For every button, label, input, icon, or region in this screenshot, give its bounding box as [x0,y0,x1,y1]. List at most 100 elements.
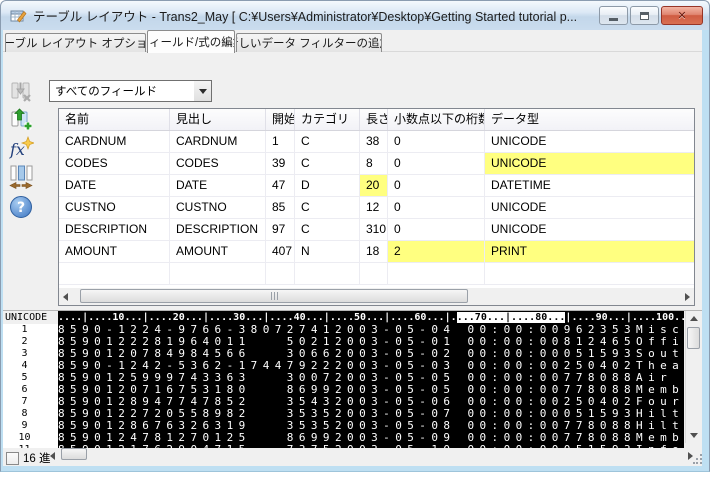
field-row-amount[interactable]: AMOUNTAMOUNT407N182PRINT [59,241,694,263]
field-table-hscroll-track[interactable] [72,288,681,305]
cell-heading[interactable]: CODES [170,153,266,174]
cell-name[interactable]: CODES [59,153,170,174]
cell-decimals[interactable]: 2 [388,241,485,262]
field-row-cardnum[interactable]: CARDNUMCARDNUM1C380UNICODE [59,131,694,153]
col-header-type[interactable]: データ型 [485,109,694,130]
cell-type[interactable]: DATETIME [485,175,694,196]
data-preview-vscrollbar[interactable] [685,311,701,443]
cell-category[interactable]: C [295,219,360,240]
cell-category[interactable]: N [295,241,360,262]
cell-type[interactable]: UNICODE [485,131,694,152]
cell-heading[interactable]: AMOUNT [170,241,266,262]
tab-edit-fields-expressions[interactable]: フィールド/式の編集 [147,30,235,53]
data-preview-hscroll-thumb[interactable] [61,448,87,460]
scroll-up-icon[interactable] [690,316,698,321]
scroll-left-icon[interactable] [63,293,68,301]
record-bytes: 8590122281964011 50212003-05-01 00:00:00… [58,336,684,348]
titlebar[interactable]: テーブル レイアウト - Trans2_May [ C:¥Users¥Admin… [0,0,710,30]
add-field-button[interactable] [7,106,35,132]
data-preview-hscrollbar[interactable] [46,449,697,463]
field-table-header: 名前 見出し 開始 カテゴリ 長さ 小数点以下の桁数 データ型 [59,109,694,131]
col-header-length[interactable]: 長さ [360,109,388,130]
field-table-hscroll-thumb[interactable] [80,289,468,303]
cell-heading[interactable]: DATE [170,175,266,196]
record-bytes: 8590125999743363 30072003-05-05 00:00:00… [58,372,684,384]
record-number: 5 [3,372,58,384]
cell-category[interactable]: C [295,153,360,174]
field-row-date[interactable]: DATEDATE47D200DATETIME [59,175,694,197]
cell-start[interactable]: 407 [266,241,295,262]
maximize-button[interactable] [630,6,659,25]
dropdown-button[interactable] [194,81,211,101]
cell-category[interactable]: C [295,131,360,152]
cell-name[interactable]: CUSTNO [59,197,170,218]
resize-grip[interactable] [693,454,702,463]
cell-start[interactable]: 47 [266,175,295,196]
cell-name[interactable]: CARDNUM [59,131,170,152]
cell-decimals[interactable]: 0 [388,175,485,196]
field-table-hscrollbar[interactable] [59,288,694,305]
edit-expression-button[interactable]: fx [7,135,35,161]
record-number: 3 [3,348,58,360]
cell-decimals[interactable]: 0 [388,153,485,174]
tab-add-data-filter[interactable]: 新しいデータ フィルターの追加 [236,33,382,52]
table-layout-window-icon [10,8,27,24]
shift-field-icon [9,164,33,190]
col-header-name[interactable]: 名前 [59,109,170,130]
data-row-2: 28590122281964011 50212003-05-01 00:00:0… [3,336,702,348]
cell-length[interactable]: 310 [360,219,388,240]
scroll-right-icon[interactable] [685,293,690,301]
cell-start[interactable]: 85 [266,197,295,218]
col-header-category[interactable]: カテゴリ [295,109,360,130]
cell-name[interactable]: DESCRIPTION [59,219,170,240]
record-bytes: 8590124781270125 86992003-05-09 00:00:00… [58,432,684,444]
cell-length[interactable]: 20 [360,175,388,196]
field-row-codes[interactable]: CODESCODES39C80UNICODE [59,153,694,175]
cell-decimals[interactable]: 0 [388,131,485,152]
close-button[interactable]: ✕ [661,6,703,25]
record-number: 6 [3,384,58,396]
cell-name[interactable]: DATE [59,175,170,196]
cell-length[interactable]: 8 [360,153,388,174]
cell-heading[interactable]: DESCRIPTION [170,219,266,240]
col-header-start[interactable]: 開始 [266,109,295,130]
cell-category[interactable]: C [295,197,360,218]
scroll-down-icon[interactable] [690,433,698,438]
field-row-custno[interactable]: CUSTNOCUSTNO85C120UNICODE [59,197,694,219]
hex-checkbox[interactable] [6,452,19,465]
record-number: 10 [3,432,58,444]
cell-start[interactable]: 39 [266,153,295,174]
cell-type[interactable]: UNICODE [485,153,694,174]
cell-start[interactable]: 1 [266,131,295,152]
cell-type[interactable]: UNICODE [485,219,694,240]
data-preview-vscroll-thumb[interactable] [687,327,700,349]
field-filter-dropdown[interactable]: すべてのフィールド [49,80,212,102]
cell-heading[interactable]: CUSTNO [170,197,266,218]
table-layout-window: テーブル レイアウト - Trans2_May [ C:¥Users¥Admin… [0,0,710,472]
data-preview-ruler-row: UNICODE ....|....10...|....20...|....30.… [3,311,702,324]
cell-length[interactable]: 18 [360,241,388,262]
cell-heading[interactable]: CARDNUM [170,131,266,152]
help-icon: ? [9,195,33,219]
data-row-1: 18590-1224-9766-380727412003-05-04 00:00… [3,324,702,336]
cell-type[interactable]: PRINT [485,241,694,262]
cell-name[interactable]: AMOUNT [59,241,170,262]
byte-ruler: ....|....10...|....20...|....30...|....4… [58,311,684,324]
help-button[interactable]: ? [7,194,35,220]
delete-field-button[interactable] [7,78,35,104]
data-preview-hscroll-track[interactable] [59,448,684,465]
tab-table-layout-options[interactable]: テーブル レイアウト オプション [5,33,146,52]
cell-length[interactable]: 38 [360,131,388,152]
field-row-description[interactable]: DESCRIPTIONDESCRIPTION97C3100UNICODE [59,219,694,241]
cell-decimals[interactable]: 0 [388,219,485,240]
shift-field-button[interactable] [7,164,35,190]
col-header-heading[interactable]: 見出し [170,109,266,130]
cell-category[interactable]: D [295,175,360,196]
cell-decimals[interactable]: 0 [388,197,485,218]
cell-length[interactable]: 12 [360,197,388,218]
minimize-button[interactable] [599,6,628,25]
screen: テーブル レイアウト - Trans2_May [ C:¥Users¥Admin… [0,0,710,480]
cell-start[interactable]: 97 [266,219,295,240]
cell-type[interactable]: UNICODE [485,197,694,218]
col-header-decimals[interactable]: 小数点以下の桁数 [388,109,485,130]
